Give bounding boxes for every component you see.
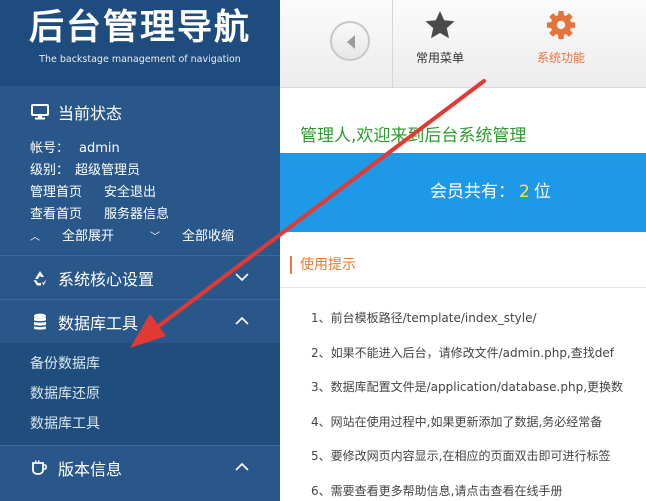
level-label: 级别： [30, 163, 70, 178]
level-value: 超级管理员 [75, 163, 141, 178]
logo-title: 后台管理导航 [28, 8, 251, 48]
account-label: 帐号： [30, 141, 70, 156]
common-menu-label: 常用菜单 [415, 51, 464, 65]
submenu-restore-database[interactable]: 数据库还原 [0, 379, 280, 409]
admin-home-link[interactable]: 管理首页 [30, 182, 82, 204]
status-panel: 帐号： admin 级别： 超级管理员 管理首页 安全退出 查看首页 服务器信息… [0, 134, 280, 255]
submenu-backup-database[interactable]: 备份数据库 [0, 349, 280, 379]
view-home-link[interactable]: 查看首页 [30, 204, 82, 226]
section-database-tools[interactable]: 数据库工具 [0, 299, 280, 343]
database-tools-submenu: 备份数据库 数据库还原 数据库工具 [0, 343, 280, 445]
monitor-icon [30, 104, 50, 120]
level-row: 级别： 超级管理员 [30, 160, 280, 182]
chevron-up-icon: ︿ [30, 232, 40, 243]
system-functions-label: 系统功能 [536, 51, 585, 65]
welcome-message: 管理人,欢迎来到后台系统管理 [300, 126, 527, 146]
chevron-down-icon [235, 273, 249, 282]
collapse-all-link[interactable]: ﹀ 全部收缩 [150, 226, 256, 249]
logo-subtitle: The backstage management of navigation [39, 54, 241, 65]
tip-item: 3、数据库配置文件是/application/database.php,更换数 [311, 380, 624, 394]
section-current-status[interactable]: 当前状态 [0, 90, 280, 134]
sidebar: 后台管理导航 The backstage management of navig… [0, 0, 280, 501]
member-count-value: 2 [519, 182, 530, 202]
top-toolbar: 常用菜单 系统功能 [280, 0, 646, 88]
chevron-down-icon: ﹀ [150, 232, 161, 243]
account-value: admin [79, 141, 120, 156]
tips-list: 1、前台模板路径/template/index_style/ 2、如果不能进入后… [311, 309, 646, 501]
tip-item: 2、如果不能进入后台，请修改文件/admin.php,查找def [311, 345, 614, 360]
star-icon [425, 11, 455, 39]
collapse-all-label: 全部收缩 [182, 229, 235, 244]
gear-icon [546, 10, 576, 40]
back-button[interactable] [330, 21, 370, 61]
member-count-prefix: 会员共有： [430, 182, 515, 202]
member-count-text: 会员共有： 2 位 [430, 153, 551, 232]
section-version-info-title: 版本信息 [58, 459, 123, 479]
member-count-suffix: 位 [533, 182, 551, 202]
status-links-row2: 查看首页 服务器信息 [30, 204, 280, 226]
status-links-row1: 管理首页 安全退出 [30, 182, 280, 204]
tips-title: 使用提示 [290, 256, 356, 274]
recycle-icon [30, 269, 50, 287]
section-database-tools-title: 数据库工具 [58, 313, 139, 333]
tip-item[interactable]: 6、需要查看更多帮助信息,请点击查看在线手册 [311, 482, 646, 501]
common-menu-button[interactable]: 常用菜单 [408, 10, 472, 66]
chevron-up-icon [235, 316, 249, 325]
section-system-settings[interactable]: 系统核心设置 [0, 255, 280, 299]
submenu-database-tools[interactable]: 数据库工具 [0, 409, 280, 439]
logo: 后台管理导航 The backstage management of navig… [0, 0, 280, 86]
back-arrow-icon [347, 35, 355, 49]
tips-divider [280, 287, 646, 288]
logout-link[interactable]: 安全退出 [104, 182, 156, 204]
section-current-status-title: 当前状态 [58, 104, 123, 123]
tip-item: 5、要修改网页内容显示,在相应的页面双击即可进行标签 [311, 449, 611, 463]
server-info-link[interactable]: 服务器信息 [104, 204, 169, 226]
chevron-up-icon [235, 462, 249, 471]
database-icon [30, 313, 50, 331]
section-version-info[interactable]: 版本信息 [0, 445, 280, 489]
system-functions-button[interactable]: 系统功能 [524, 10, 598, 66]
expand-all-link[interactable]: ︿ 全部展开 [30, 226, 136, 249]
section-system-settings-title: 系统核心设置 [58, 269, 155, 289]
tip-item: 4、网站在使用过程中,如果更新添加了数据,务必经常备 [311, 414, 603, 429]
tip-item: 1、前台模板路径/template/index_style/ [311, 311, 537, 325]
member-count-banner: 会员共有： 2 位 [280, 153, 646, 232]
expand-collapse-row: ︿ 全部展开 ﹀ 全部收缩 [30, 226, 280, 249]
account-row: 帐号： admin [30, 138, 280, 160]
toolbar-divider [392, 0, 393, 88]
coffee-cup-icon [30, 460, 50, 476]
expand-all-label: 全部展开 [62, 229, 115, 244]
